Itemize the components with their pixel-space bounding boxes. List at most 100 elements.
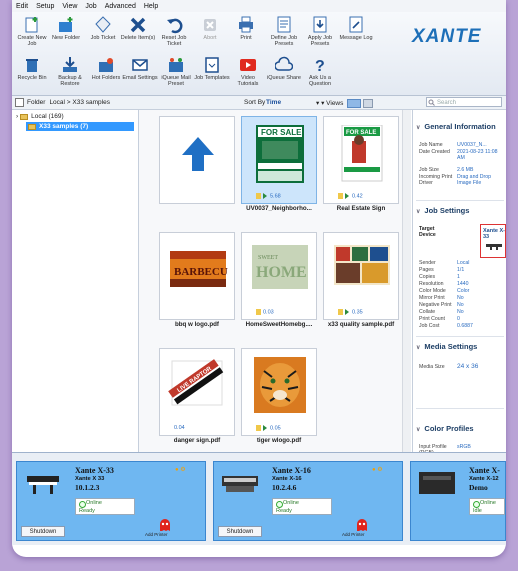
delete-icon	[130, 17, 146, 33]
message-log-button[interactable]: Message Log	[338, 14, 374, 52]
printer-model: Xante X-16	[272, 476, 302, 482]
info-value: 1440	[457, 281, 469, 287]
abort-label: Abort	[203, 35, 217, 41]
upload-thumbnail[interactable]	[159, 116, 235, 214]
menu-help[interactable]: Help	[140, 3, 162, 10]
collapse-chevron-icon[interactable]: ∨	[416, 124, 420, 131]
abort-button[interactable]: Abort	[192, 14, 228, 52]
info-row: Negative Print No	[419, 302, 505, 308]
job-templates-button[interactable]: Job Templates	[194, 54, 230, 92]
backup-restore-button[interactable]: Backup & Restore	[52, 54, 88, 92]
printer-card[interactable]: Xante X- Xante X-12 Demo Online Idle	[410, 461, 506, 541]
list-view-icon[interactable]	[363, 99, 374, 108]
new-folder-button[interactable]: New Folder	[48, 14, 84, 52]
search-input[interactable]: Search	[426, 97, 502, 107]
for-sale-sign-preview: FOR SALE	[256, 125, 304, 183]
shutdown-button[interactable]: Shutdown	[218, 526, 262, 537]
menu-job[interactable]: Job	[81, 3, 100, 10]
info-value: 1/1	[457, 267, 465, 273]
tree-item-x33-samples[interactable]: X33 samples (7)	[26, 122, 134, 131]
tiger-preview	[254, 357, 306, 413]
video-tutorials-button[interactable]: Video Tutorials	[230, 54, 266, 92]
xante-logo: XANTE	[412, 26, 482, 47]
quality-sample-preview	[334, 245, 390, 285]
shutdown-button[interactable]: Shutdown	[21, 526, 65, 537]
job-settings-header[interactable]: ∨ Job Settings	[416, 206, 469, 215]
section-title: General Information	[424, 122, 496, 131]
info-row: Pages 1/1	[419, 267, 505, 273]
info-key: Print Count	[419, 316, 445, 322]
breadcrumb[interactable]: Local > X33 samples	[49, 99, 110, 106]
job-thumbnail[interactable]: 0.05 tiger wlogo.pdf	[241, 348, 317, 446]
info-key: Media Size	[419, 364, 445, 370]
job-thumbnail[interactable]: BARBECUE bbq w logo.pdf	[159, 232, 235, 330]
tree-item-label: Local (169)	[31, 113, 64, 120]
backup-restore-label: Backup & Restore	[58, 75, 82, 87]
email-settings-label: Email Settings	[122, 75, 158, 81]
job-ticket-button[interactable]: Job Ticket	[85, 14, 121, 52]
collapse-chevron-icon[interactable]: ∨	[416, 426, 420, 433]
thumbnail-frame: SWEET HOME 0.03	[241, 232, 317, 320]
thumbnail-name: Real Estate Sign	[336, 205, 386, 212]
delete-button[interactable]: Delete Item(s)	[120, 14, 156, 52]
printer-card[interactable]: Xante X-16 Xante X-16 10.2.4.6 ● ⚙ Onlin…	[213, 461, 403, 541]
general-info-header[interactable]: ∨ General Information	[416, 122, 496, 131]
share-icon	[275, 56, 293, 71]
job-thumbnail[interactable]: FOR SALE 0.42 Real Estate Sign	[323, 116, 399, 214]
collapse-chevron-icon[interactable]: ∨	[416, 344, 420, 351]
expand-arrow-icon[interactable]: ›	[16, 113, 18, 120]
recycle-bin-button[interactable]: Recycle Bin	[14, 54, 50, 92]
email-settings-button[interactable]: Email Settings	[122, 54, 158, 92]
grid-view-icon[interactable]	[347, 99, 362, 108]
job-thumbnail[interactable]: FOR SALE 5.68 UV0037_Neighborho...	[241, 116, 317, 214]
folder-checkbox[interactable]	[15, 98, 24, 107]
apply-presets-button[interactable]: Apply Job Presets	[302, 14, 338, 52]
grid-scrollbar[interactable]	[402, 110, 411, 452]
color-profiles-header[interactable]: ∨ Color Profiles	[416, 424, 474, 433]
job-thumbnail[interactable]: SWEET HOME 0.03 HomeSweetHomebg....	[241, 232, 317, 330]
collapse-chevron-icon[interactable]: ∨	[416, 208, 420, 215]
templates-icon	[205, 57, 219, 73]
tree-item-local[interactable]: › Local (169)	[16, 112, 64, 121]
new-job-icon	[25, 17, 38, 33]
recycle-bin-label: Recycle Bin	[17, 75, 47, 81]
add-printer-icon[interactable]	[354, 518, 370, 532]
job-thumbnail[interactable]: 0.35 x33 quality sample.pdf	[323, 232, 399, 330]
views-label: Views	[326, 100, 344, 108]
menu-setup[interactable]: Setup	[32, 3, 58, 10]
info-key: Collate	[419, 309, 436, 315]
menu-view[interactable]: View	[58, 3, 81, 10]
print-button[interactable]: Print	[228, 14, 264, 52]
sort-by-select[interactable]: Time	[266, 99, 281, 106]
divider	[416, 336, 504, 337]
define-presets-button[interactable]: Define Job Presets	[266, 14, 302, 52]
media-settings-header[interactable]: ∨ Media Settings	[416, 342, 477, 351]
sort-dropdown-icon[interactable]: ▾ ▾	[316, 100, 324, 107]
create-job-label: Create New Job	[17, 35, 47, 47]
mail-preset-button[interactable]: iQueue Mail Preset	[158, 54, 194, 92]
job-thumbnail[interactable]: LIVE RAPTOR 0.04 danger sign.pdf	[159, 348, 235, 446]
printer-version: Demo	[469, 483, 488, 492]
menu-advanced[interactable]: Advanced	[101, 3, 140, 10]
ask-question-button[interactable]: ? Ask Us a Question	[302, 54, 338, 92]
printer-card[interactable]: Xante X-33 Xante X 33 10.1.2.3 ● ⚙ Onlin…	[16, 461, 206, 541]
info-panel: ∨ General Information Job Name UV0037_N...…	[412, 110, 506, 452]
thumbnail-frame: BARBECUE	[159, 232, 235, 320]
thumbnail-frame	[159, 116, 235, 204]
add-printer-label: Add Printer	[342, 532, 365, 537]
file-size: 0.42	[352, 193, 363, 199]
create-job-button[interactable]: Create New Job	[14, 14, 50, 52]
iqueue-share-button[interactable]: iQueue Share	[266, 54, 302, 92]
hot-folders-button[interactable]: Hot Folders	[88, 54, 124, 92]
add-printer-icon[interactable]	[157, 518, 173, 532]
pdf-icon	[338, 308, 343, 315]
menu-edit[interactable]: Edit	[12, 3, 32, 10]
folder-tree: › Local (169) X33 samples (7)	[12, 110, 139, 452]
info-key: Input Profile (RGB)	[419, 444, 447, 452]
reset-button[interactable]: Reset Job Ticket	[156, 14, 192, 52]
divider	[416, 200, 504, 201]
status-ready: Ready	[276, 508, 292, 514]
views-selector[interactable]: ▾ ▾ Views	[316, 99, 374, 108]
message-log-label: Message Log	[339, 35, 373, 41]
pdf-icon	[256, 308, 261, 315]
